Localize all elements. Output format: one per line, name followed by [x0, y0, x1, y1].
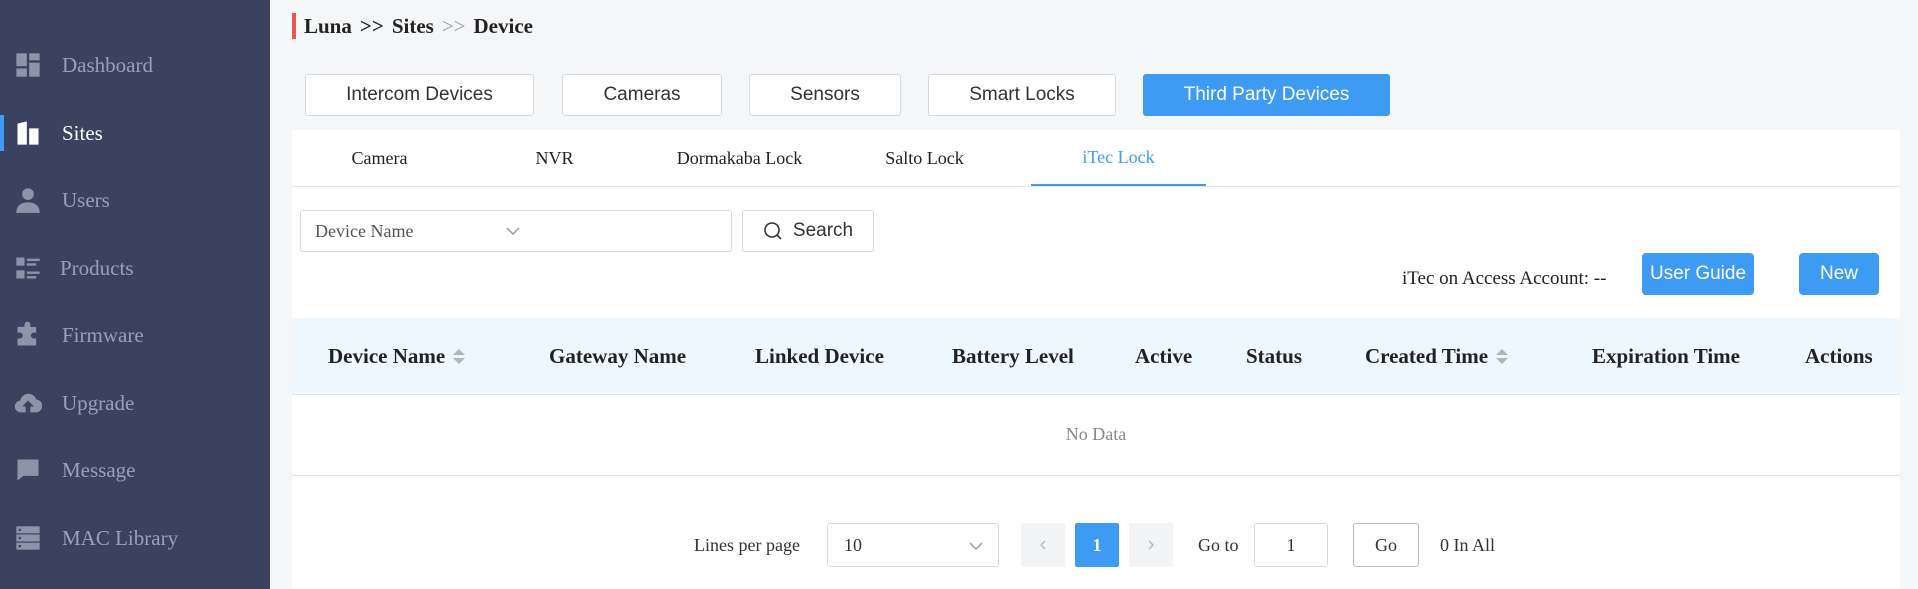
column-header-status: Status	[1246, 343, 1303, 368]
tab-third-party-devices[interactable]: Third Party Devices	[1143, 74, 1390, 116]
column-header-label: Created Time	[1365, 343, 1489, 368]
column-header-active: Active	[1135, 343, 1193, 368]
sidebar-item-firmware[interactable]: Firmware	[0, 307, 270, 363]
server-icon	[14, 524, 42, 552]
message-icon	[14, 456, 42, 484]
go-button[interactable]: Go	[1353, 523, 1419, 567]
sort-icon[interactable]	[1496, 348, 1509, 364]
column-header-battery-level: Battery Level	[952, 343, 1074, 368]
breadcrumb-separator: >>	[441, 13, 466, 38]
sidebar-item-label: Sites	[62, 120, 103, 145]
cloud-upload-icon	[14, 389, 42, 417]
breadcrumb-root[interactable]: Luna	[304, 14, 352, 39]
tab-cameras[interactable]: Cameras	[562, 74, 722, 116]
dashboard-icon	[14, 51, 42, 79]
column-header-device-name[interactable]: Device Name	[328, 318, 466, 394]
sidebar-item-message[interactable]: Message	[0, 442, 270, 498]
sidebar-item-label: Firmware	[62, 322, 144, 347]
subtab-itec-lock[interactable]: iTec Lock	[1031, 130, 1206, 186]
tab-smart-locks[interactable]: Smart Locks	[928, 74, 1116, 116]
building-icon	[14, 119, 42, 147]
filter-field-select[interactable]: Device Name	[300, 210, 536, 252]
puzzle-icon	[14, 321, 42, 349]
chevron-left-icon	[1039, 540, 1046, 550]
search-input[interactable]	[535, 210, 732, 252]
column-header-created-time[interactable]: Created Time	[1365, 318, 1509, 394]
column-header-actions: Actions	[1805, 343, 1873, 368]
tab-sensors[interactable]: Sensors	[749, 74, 901, 116]
sidebar-item-mac-library[interactable]: MAC Library	[0, 510, 270, 566]
column-header-linked-device: Linked Device	[755, 343, 884, 368]
chevron-right-icon	[1148, 540, 1155, 550]
new-button[interactable]: New	[1799, 253, 1879, 295]
page-size-select[interactable]: 10	[827, 523, 999, 567]
sort-icon[interactable]	[453, 348, 466, 364]
page-number-button[interactable]: 1	[1075, 523, 1119, 567]
sidebar-item-label: Dashboard	[62, 52, 153, 77]
total-count: 0 In All	[1440, 534, 1496, 555]
search-icon	[764, 222, 782, 240]
sidebar-item-users[interactable]: Users	[0, 172, 270, 228]
sidebar-item-dashboard[interactable]: Dashboard	[0, 37, 270, 93]
main-panel: Camera NVR Dormakaba Lock Salto Lock iTe…	[292, 130, 1900, 589]
goto-label: Go to	[1198, 534, 1239, 555]
user-icon	[14, 186, 42, 214]
user-guide-button[interactable]: User Guide	[1642, 253, 1754, 295]
lines-per-page-label: Lines per page	[694, 534, 800, 555]
chevron-down-icon	[505, 223, 521, 244]
empty-state: No Data	[292, 394, 1900, 476]
column-header-label: Device Name	[328, 343, 446, 368]
sidebar-item-label: Upgrade	[62, 390, 135, 415]
page-size-value: 10	[844, 534, 862, 555]
prev-page-button[interactable]	[1021, 523, 1065, 567]
next-page-button[interactable]	[1129, 523, 1173, 567]
breadcrumb-separator: >>	[359, 13, 384, 38]
sidebar-item-upgrade[interactable]: Upgrade	[0, 375, 270, 431]
subtab-nvr[interactable]: NVR	[467, 130, 642, 186]
goto-page-input[interactable]: 1	[1254, 523, 1328, 567]
column-header-expiration-time: Expiration Time	[1592, 343, 1740, 368]
subtab-camera[interactable]: Camera	[292, 130, 467, 186]
subtab-dormakaba-lock[interactable]: Dormakaba Lock	[642, 130, 837, 186]
filter-field-value: Device Name	[315, 220, 414, 241]
search-button[interactable]: Search	[742, 210, 874, 252]
subtab-salto-lock[interactable]: Salto Lock	[837, 130, 1012, 186]
table-header: Device Name Gateway Name Linked Device B…	[292, 318, 1900, 395]
sidebar: Dashboard Sites Users Products Firmware …	[0, 0, 270, 589]
sidebar-item-label: Products	[60, 255, 134, 280]
chevron-down-icon	[968, 538, 984, 559]
sidebar-item-label: Message	[62, 457, 136, 482]
breadcrumb-current: Device	[473, 13, 533, 38]
sidebar-item-label: MAC Library	[62, 525, 179, 550]
breadcrumb: Luna >> Sites >> Device	[292, 12, 533, 40]
search-button-label: Search	[792, 220, 854, 241]
sidebar-item-products[interactable]: Products	[0, 240, 270, 296]
column-header-gateway-name: Gateway Name	[549, 343, 687, 368]
tab-intercom-devices[interactable]: Intercom Devices	[305, 74, 534, 116]
sidebar-item-sites[interactable]: Sites	[0, 105, 270, 161]
sub-tab-bar: Camera NVR Dormakaba Lock Salto Lock iTe…	[292, 130, 1900, 187]
breadcrumb-accent-bar	[292, 13, 296, 39]
breadcrumb-sites[interactable]: Sites	[392, 14, 434, 39]
list-icon	[14, 254, 42, 282]
itec-account-label: iTec on Access Account: --	[1402, 268, 1607, 289]
sidebar-item-label: Users	[62, 187, 110, 212]
